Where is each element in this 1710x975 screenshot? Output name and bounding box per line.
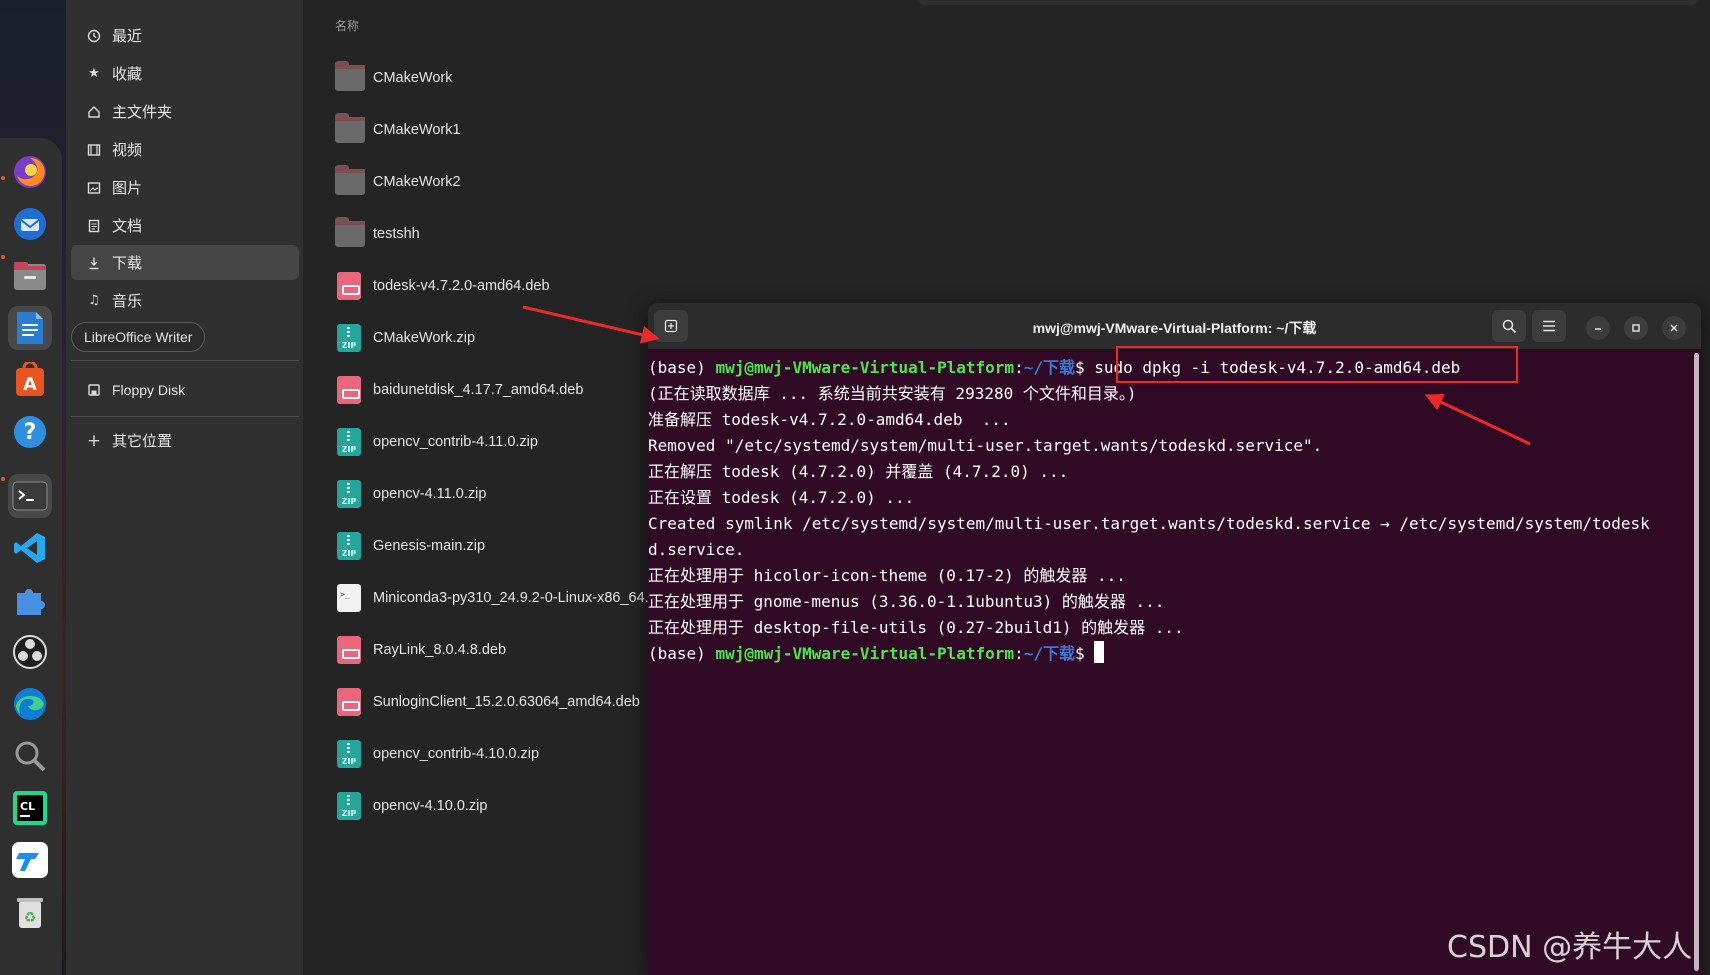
annotation-arrows [522, 305, 1531, 446]
arrow-to-deb-file [522, 305, 660, 344]
arrow-to-command [1424, 393, 1531, 446]
watermark: CSDN @养牛大人 [1447, 930, 1693, 965]
